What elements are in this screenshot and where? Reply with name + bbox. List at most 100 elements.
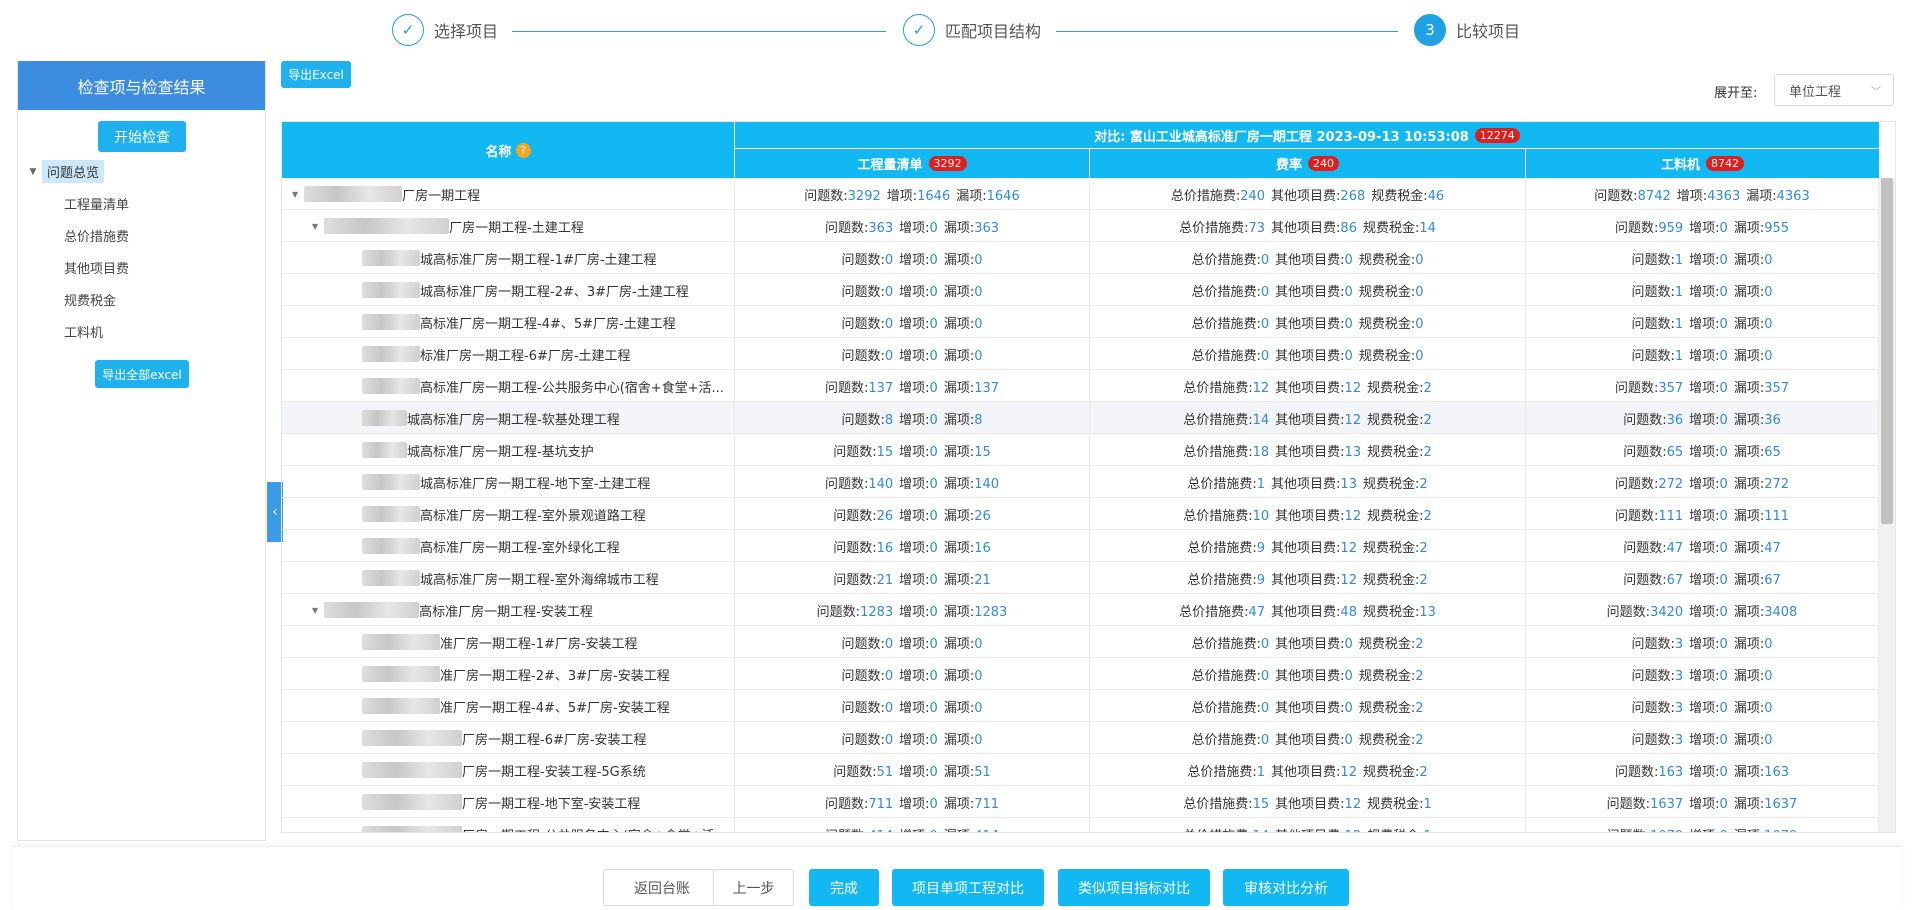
caret-down-icon[interactable]: ▼ <box>292 190 298 199</box>
table-row[interactable]: ▼ 高标准厂房一期工程-安装工程 问题数:1283 增项:0 漏项:1283 总价措施费:… <box>282 594 1879 626</box>
metric-value[interactable]: 0 <box>1345 637 1353 652</box>
metric-value[interactable]: 15 <box>877 445 894 460</box>
metric-value[interactable]: 0 <box>974 349 982 364</box>
metric-value[interactable]: 0 <box>930 509 938 524</box>
metric-value[interactable]: 1 <box>1257 477 1265 492</box>
metric-value[interactable]: 3 <box>1675 701 1683 716</box>
export-excel-button[interactable]: 导出Excel <box>281 61 351 88</box>
metric-value[interactable]: 0 <box>974 701 982 716</box>
metric-value[interactable]: 0 <box>1720 797 1728 812</box>
metric-value[interactable]: 14 <box>1419 221 1436 236</box>
metric-value[interactable]: 26 <box>877 509 894 524</box>
metric-value[interactable]: 0 <box>1345 317 1353 332</box>
metric-value[interactable]: 0 <box>1764 637 1772 652</box>
metric-value[interactable]: 9 <box>1257 541 1265 556</box>
metric-value[interactable]: 0 <box>1345 349 1353 364</box>
table-row[interactable]: 高标准厂房一期工程-4#、5#厂房-土建工程 问题数:0 增项:0 漏项:0 总价措施费… <box>282 306 1879 338</box>
metric-value[interactable]: 1637 <box>1650 797 1683 812</box>
table-row[interactable]: 城高标准厂房一期工程-1#厂房-土建工程 问题数:0 增项:0 漏项:0 总价措施费:0… <box>282 242 1879 274</box>
metric-value[interactable]: 137 <box>868 381 893 396</box>
metric-value[interactable]: 4363 <box>1777 189 1810 204</box>
metric-value[interactable]: 12 <box>1340 765 1357 780</box>
metric-value[interactable]: 2 <box>1419 765 1427 780</box>
tree-item-tax[interactable]: 规费税金 <box>64 290 116 309</box>
metric-value[interactable]: 3 <box>1675 733 1683 748</box>
caret-down-icon[interactable]: ▼ <box>312 222 318 231</box>
table-row[interactable]: 城高标准厂房一期工程-软基处理工程 问题数:8 增项:0 漏项:8 总价措施费:14 其他… <box>282 402 1879 434</box>
metric-value[interactable]: 8 <box>885 413 893 428</box>
metric-value[interactable]: 1 <box>1423 797 1431 812</box>
metric-value[interactable]: 0 <box>1261 349 1269 364</box>
metric-value[interactable]: 0 <box>1261 733 1269 748</box>
metric-value[interactable]: 0 <box>1720 541 1728 556</box>
metric-value[interactable]: 10 <box>1253 509 1270 524</box>
metric-value[interactable]: 140 <box>974 477 999 492</box>
metric-value[interactable]: 0 <box>1261 637 1269 652</box>
metric-value[interactable]: 0 <box>1345 733 1353 748</box>
compare-similar-button[interactable]: 类似项目指标对比 <box>1058 869 1210 906</box>
metric-value[interactable]: 0 <box>974 285 982 300</box>
metric-value[interactable]: 12 <box>1253 381 1270 396</box>
metric-value[interactable]: 0 <box>1764 669 1772 684</box>
metric-value[interactable]: 0 <box>930 381 938 396</box>
metric-value[interactable]: 15 <box>974 445 991 460</box>
metric-value[interactable]: 0 <box>1415 317 1423 332</box>
metric-value[interactable]: 0 <box>1720 701 1728 716</box>
help-icon[interactable]: ? <box>515 142 531 158</box>
metric-value[interactable]: 1 <box>1675 253 1683 268</box>
metric-value[interactable]: 51 <box>974 765 991 780</box>
scrollbar-thumb[interactable] <box>1881 178 1893 524</box>
metric-value[interactable]: 0 <box>930 701 938 716</box>
metric-value[interactable]: 0 <box>1720 381 1728 396</box>
metric-value[interactable]: 0 <box>1720 637 1728 652</box>
metric-value[interactable]: 26 <box>974 509 991 524</box>
prev-step-button[interactable]: 上一步 <box>713 869 794 906</box>
metric-value[interactable]: 1 <box>1675 317 1683 332</box>
metric-value[interactable]: 0 <box>1764 349 1772 364</box>
metric-value[interactable]: 0 <box>930 221 938 236</box>
audit-analysis-button[interactable]: 审核对比分析 <box>1223 869 1349 906</box>
metric-value[interactable]: 0 <box>1720 477 1728 492</box>
metric-value[interactable]: 0 <box>930 445 938 460</box>
table-row[interactable]: 城高标准厂房一期工程-2#、3#厂房-土建工程 问题数:0 增项:0 漏项:0 总价措施… <box>282 274 1879 306</box>
metric-value[interactable]: 12 <box>1340 541 1357 556</box>
metric-value[interactable]: 959 <box>1658 221 1683 236</box>
metric-value[interactable]: 3420 <box>1650 605 1683 620</box>
metric-value[interactable]: 0 <box>1764 253 1772 268</box>
metric-value[interactable]: 0 <box>930 413 938 428</box>
metric-value[interactable]: 2 <box>1423 509 1431 524</box>
metric-value[interactable]: 15 <box>1253 797 1270 812</box>
metric-value[interactable]: 0 <box>930 733 938 748</box>
metric-value[interactable]: 272 <box>1658 477 1683 492</box>
tree-root-overview[interactable]: ▼ 问题总览 <box>24 160 105 183</box>
metric-value[interactable]: 363 <box>974 221 999 236</box>
metric-value[interactable]: 163 <box>1658 765 1683 780</box>
metric-value[interactable]: 51 <box>877 765 894 780</box>
table-row[interactable]: 高标准厂房一期工程-室外景观道路工程 问题数:26 增项:0 漏项:26 总价措施费:1… <box>282 498 1879 530</box>
metric-value[interactable]: 1283 <box>974 605 1007 620</box>
metric-value[interactable]: 12 <box>1345 381 1362 396</box>
metric-value[interactable]: 0 <box>930 317 938 332</box>
metric-value[interactable]: 67 <box>1667 573 1684 588</box>
caret-down-icon[interactable]: ▼ <box>312 606 318 615</box>
metric-value[interactable]: 47 <box>1667 541 1684 556</box>
metric-value[interactable]: 357 <box>1764 381 1789 396</box>
metric-value[interactable]: 2 <box>1415 733 1423 748</box>
metric-value[interactable]: 16 <box>877 541 894 556</box>
metric-value[interactable]: 2 <box>1423 381 1431 396</box>
metric-value[interactable]: 2 <box>1423 413 1431 428</box>
table-row[interactable]: 高标准厂房一期工程-公共服务中心(宿舍+食堂+活... 问题数:137 增项:0 漏项… <box>282 370 1879 402</box>
metric-value[interactable]: 0 <box>885 285 893 300</box>
metric-value[interactable]: 1646 <box>917 189 950 204</box>
metric-value[interactable]: 47 <box>1248 605 1265 620</box>
metric-value[interactable]: 86 <box>1340 221 1357 236</box>
metric-value[interactable]: 73 <box>1248 221 1265 236</box>
metric-value[interactable]: 0 <box>974 253 982 268</box>
table-row[interactable]: 标准厂房一期工程-6#厂房-土建工程 问题数:0 增项:0 漏项:0 总价措施费:0 其他… <box>282 338 1879 370</box>
metric-value[interactable]: 0 <box>930 637 938 652</box>
metric-value[interactable]: 0 <box>1764 733 1772 748</box>
metric-value[interactable]: 268 <box>1340 189 1365 204</box>
table-row[interactable]: 厂房一期工程-公共服务中心(宿舍+食堂+活... 问题数:414 增项:0 漏项:41… <box>282 818 1879 832</box>
metric-value[interactable]: 0 <box>885 733 893 748</box>
metric-value[interactable]: 0 <box>1415 253 1423 268</box>
